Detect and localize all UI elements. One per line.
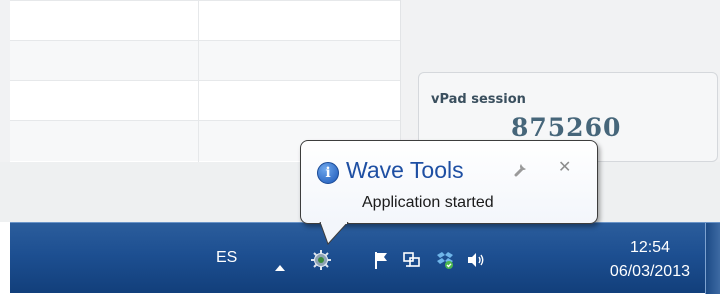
volume-icon[interactable] xyxy=(465,249,487,271)
notification-balloon[interactable]: i Wave Tools ✕ Application started xyxy=(300,140,598,224)
wave-tools-icon[interactable] xyxy=(310,249,332,271)
language-indicator[interactable]: ES xyxy=(216,249,237,267)
close-icon[interactable]: ✕ xyxy=(558,157,571,176)
balloon-title: Wave Tools xyxy=(346,157,464,183)
table-row[interactable] xyxy=(10,80,400,121)
show-hidden-icons-arrow[interactable] xyxy=(275,265,285,271)
vpad-session-value: 875260 xyxy=(511,113,622,142)
clock-time: 12:54 xyxy=(629,239,670,256)
system-clock[interactable]: 12:54 06/03/2013 xyxy=(610,239,690,281)
wrench-icon[interactable] xyxy=(513,161,529,177)
network-icon[interactable] xyxy=(401,249,423,271)
info-icon: i xyxy=(317,162,339,184)
table-row[interactable] xyxy=(10,0,400,41)
clock-date: 06/03/2013 xyxy=(609,263,690,280)
action-center-flag-icon[interactable] xyxy=(370,249,392,271)
column-divider xyxy=(198,0,199,162)
dropbox-icon[interactable] xyxy=(434,249,456,271)
vpad-session-label: vPad session xyxy=(431,92,526,107)
data-grid xyxy=(10,0,401,163)
balloon-message: Application started xyxy=(362,194,494,211)
show-desktop-button[interactable] xyxy=(705,223,720,294)
taskbar: ES 12:54 06/03/2013 xyxy=(10,222,720,294)
table-row[interactable] xyxy=(10,40,400,81)
balloon-tail xyxy=(319,222,349,245)
